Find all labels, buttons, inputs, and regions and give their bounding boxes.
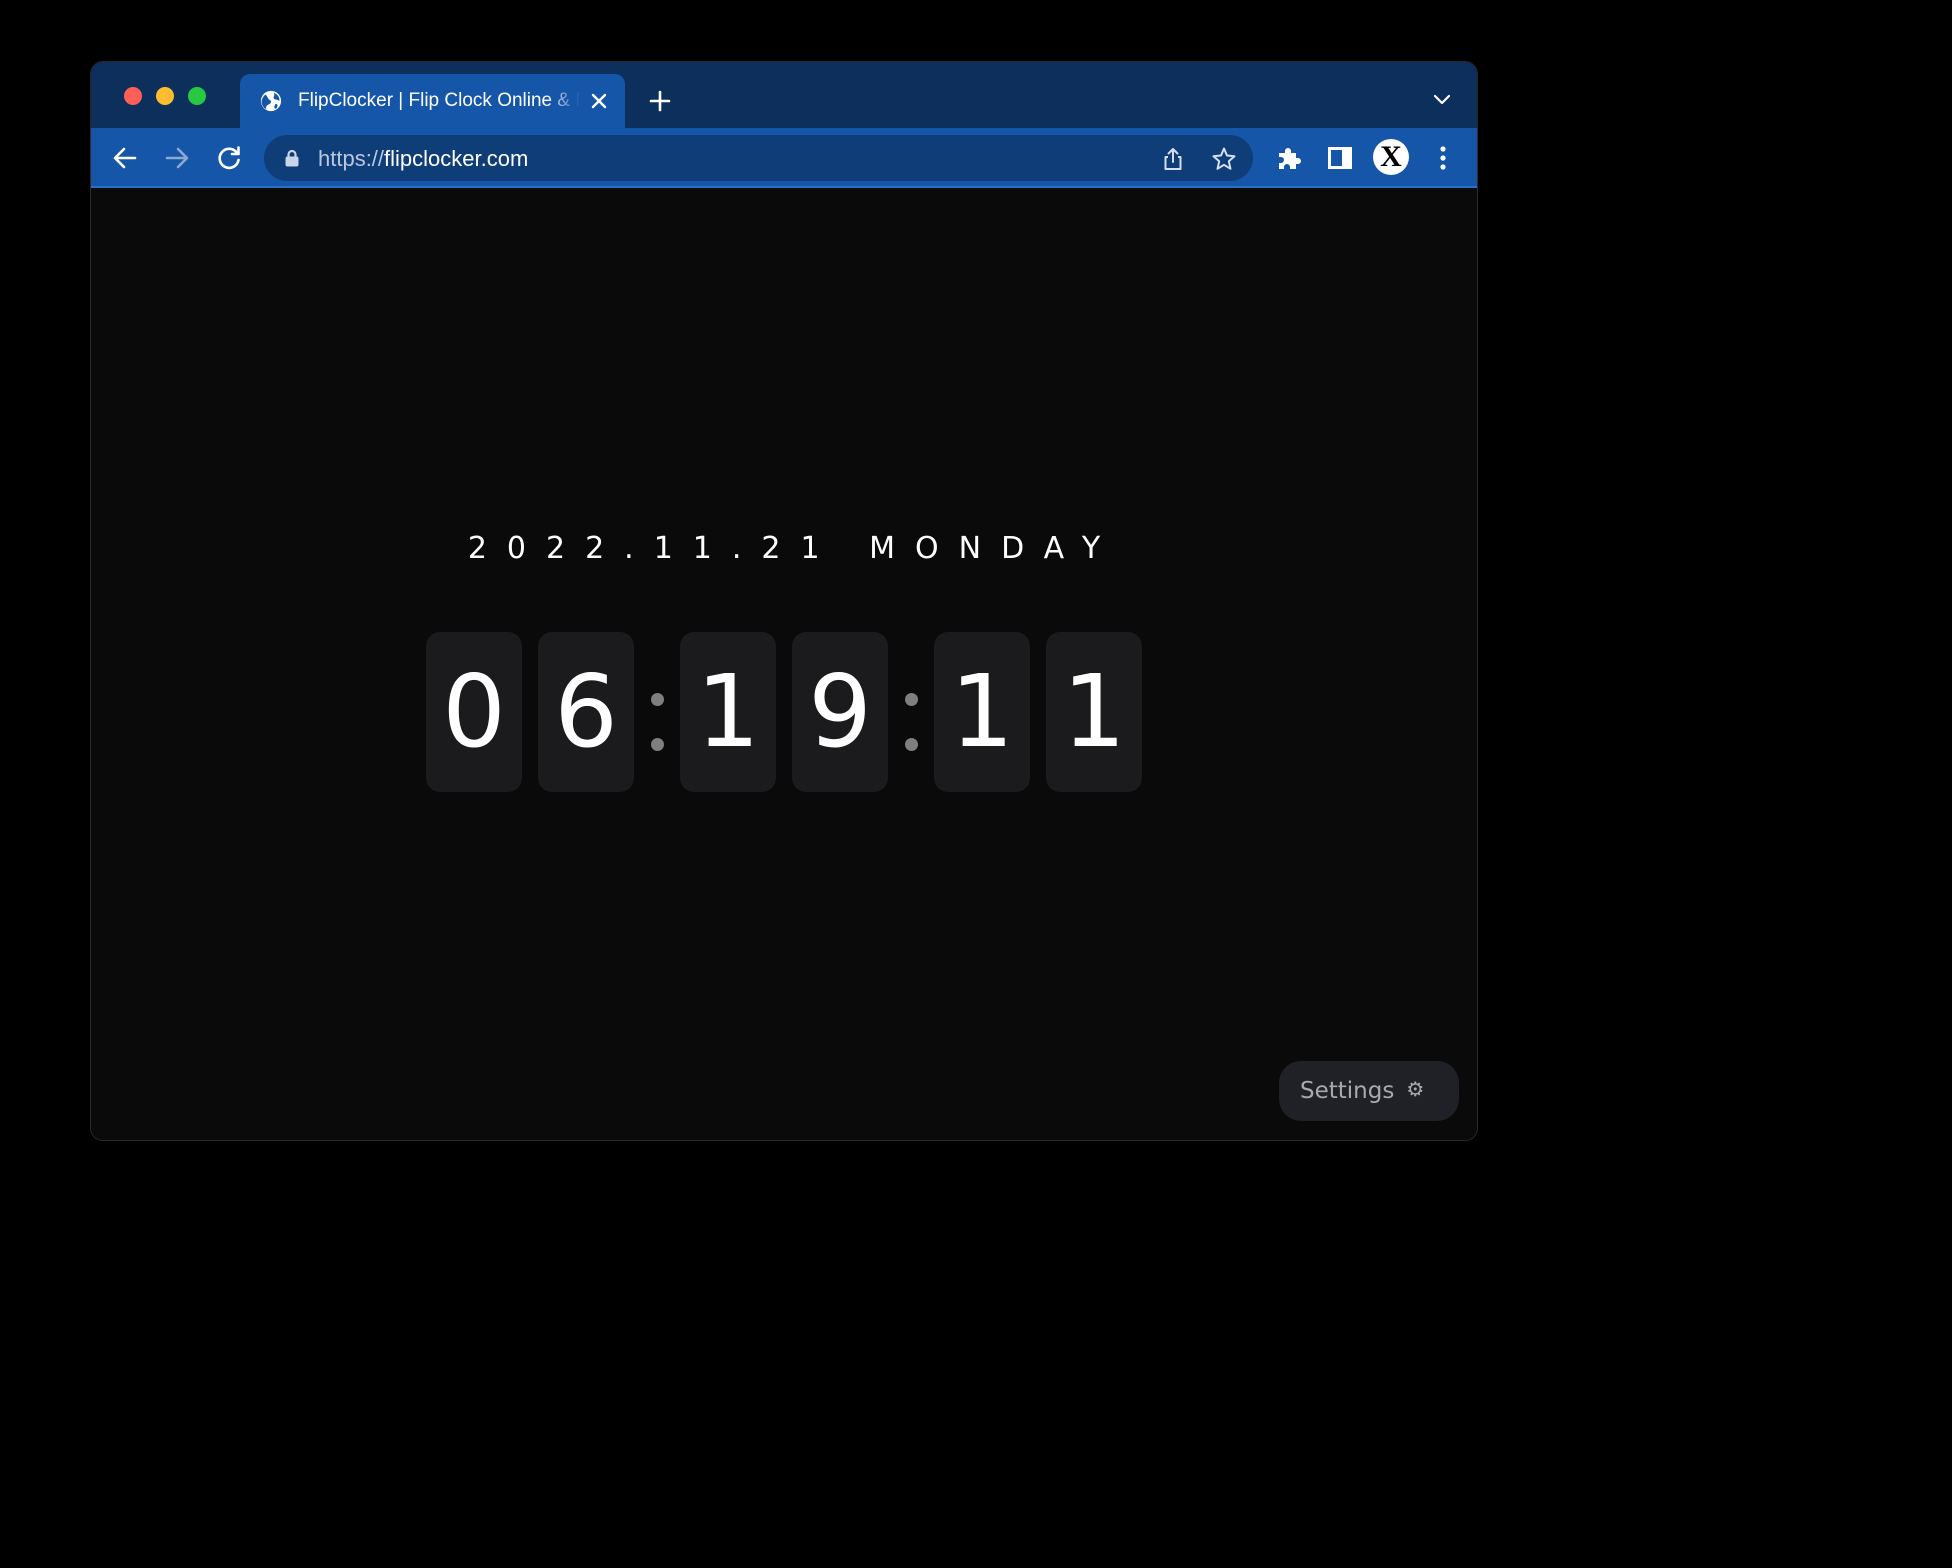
maximize-window-button[interactable] [188, 87, 206, 105]
second-ones-digit: 1 [1046, 632, 1142, 792]
colon-dot [651, 693, 664, 706]
reload-icon[interactable] [215, 144, 243, 172]
hour-tens-digit: 0 [426, 632, 522, 792]
hour-ones-digit: 6 [538, 632, 634, 792]
settings-button[interactable]: Settings ⚙ [1279, 1061, 1459, 1121]
chevron-down-icon[interactable] [1433, 93, 1451, 107]
side-panel-icon[interactable] [1326, 144, 1354, 172]
lock-icon[interactable] [284, 149, 300, 167]
extensions-puzzle-icon[interactable] [1275, 144, 1303, 172]
colon-dot [905, 693, 918, 706]
gear-icon: ⚙ [1406, 1077, 1425, 1101]
plus-icon[interactable] [648, 89, 672, 113]
close-window-button[interactable] [124, 87, 142, 105]
close-icon[interactable] [589, 91, 609, 111]
page-content: 2022.11.21 MONDAY 0 6 1 9 1 1 Settings ⚙ [91, 188, 1477, 1140]
star-icon[interactable] [1211, 146, 1237, 172]
browser-toolbar: https://flipclocker.com X [91, 128, 1477, 188]
minute-ones-digit: 9 [792, 632, 888, 792]
forward-arrow-icon[interactable] [163, 144, 191, 172]
colon-dot [905, 738, 918, 751]
tab-strip: FlipClocker | Flip Clock Online & Full S… [91, 62, 1477, 128]
address-bar[interactable]: https://flipclocker.com [264, 135, 1253, 181]
back-arrow-icon[interactable] [111, 144, 139, 172]
url-text[interactable]: https://flipclocker.com [318, 146, 528, 172]
browser-window: FlipClocker | Flip Clock Online & Full S… [91, 62, 1477, 1140]
settings-label: Settings [1300, 1078, 1395, 1104]
minimize-window-button[interactable] [156, 87, 174, 105]
minute-tens-digit: 1 [680, 632, 776, 792]
colon-dot [651, 738, 664, 751]
second-tens-digit: 1 [934, 632, 1030, 792]
date-display: 2022.11.21 MONDAY [467, 531, 1121, 566]
more-menu-icon[interactable] [1429, 144, 1457, 172]
tab-title: FlipClocker | Flip Clock Online & Full S… [298, 90, 580, 111]
profile-avatar[interactable]: X [1373, 139, 1409, 175]
share-icon[interactable] [1160, 146, 1186, 172]
globe-icon [260, 90, 282, 112]
tab-flipclocker[interactable]: FlipClocker | Flip Clock Online & Full S… [240, 74, 625, 128]
